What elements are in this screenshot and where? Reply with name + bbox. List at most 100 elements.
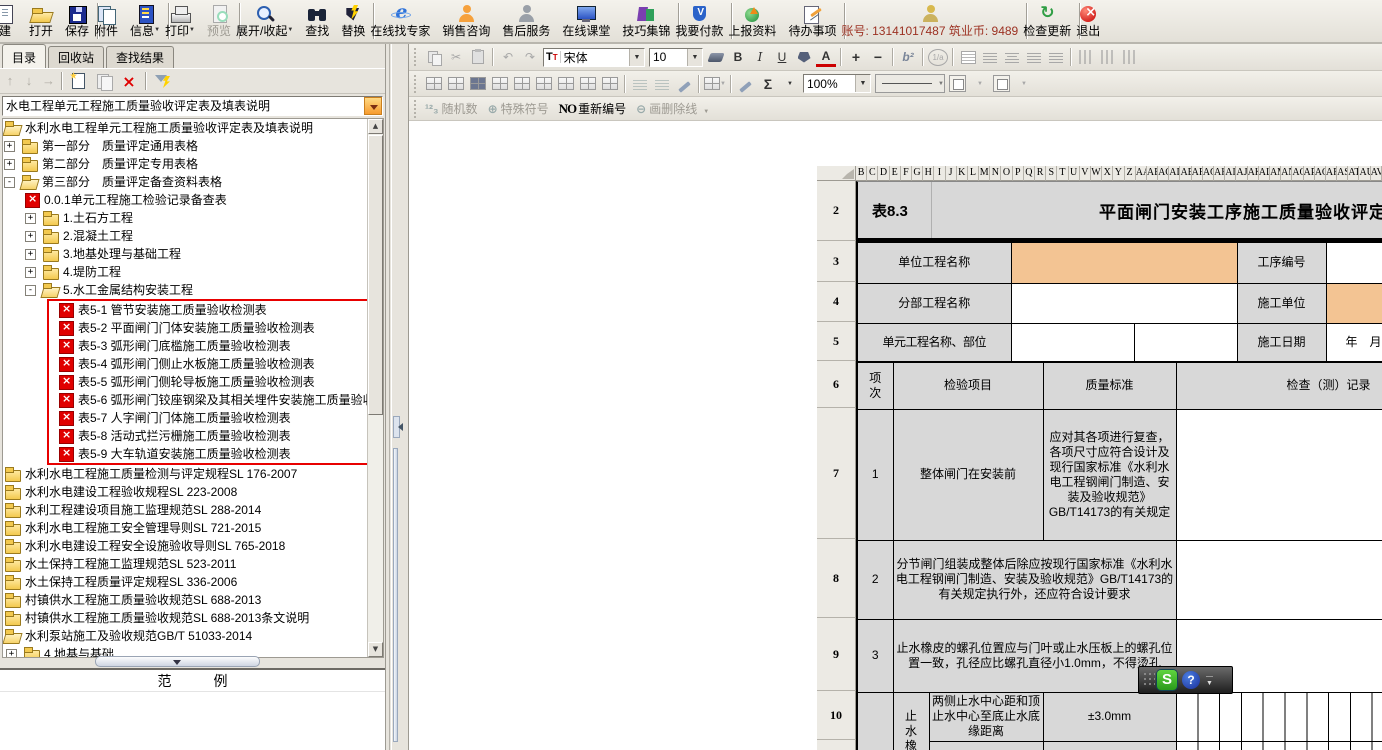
ime-menu-icon[interactable]: ▼ <box>1206 680 1213 687</box>
unit-project-value-cell[interactable] <box>1011 242 1237 283</box>
column-header[interactable]: AC <box>1158 166 1169 181</box>
column-header[interactable]: AG <box>1203 166 1214 181</box>
expand-icon[interactable]: + <box>6 649 17 658</box>
toolbar-grip[interactable] <box>414 100 418 118</box>
merge-cells-icon[interactable] <box>468 74 488 94</box>
expand-icon[interactable]: + <box>4 141 15 152</box>
row-header[interactable]: 4 <box>817 282 856 322</box>
splitter-drag-handle[interactable] <box>393 448 398 742</box>
border-color-swatch[interactable] <box>948 74 968 94</box>
column-header[interactable]: B <box>856 166 867 181</box>
dropdown-arrow-icon[interactable]: ▼ <box>855 75 870 92</box>
row-header[interactable]: 7 <box>817 408 856 539</box>
column-header[interactable]: AJ <box>1236 166 1247 181</box>
toolbar-grip[interactable] <box>414 48 418 66</box>
font-size-select[interactable]: 10 ▼ <box>649 48 703 67</box>
italic-button[interactable]: I <box>750 47 770 67</box>
tree-item[interactable]: 村镇供水工程施工质量验收规范SL 688-2013 <box>3 591 367 609</box>
tree-item[interactable]: 水利工程建设项目施工监理规范SL 288-2014 <box>3 501 367 519</box>
column-header[interactable]: F <box>901 166 912 181</box>
scrollbar-thumb[interactable] <box>368 135 383 415</box>
column-header[interactable]: AS <box>1337 166 1348 181</box>
toolbar-button-attach[interactable]: 附件 <box>88 0 124 42</box>
construction-unit-value-cell[interactable] <box>1326 283 1382 323</box>
column-header[interactable]: E <box>890 166 901 181</box>
column-header[interactable]: AK <box>1248 166 1259 181</box>
column-header[interactable]: AP <box>1304 166 1315 181</box>
tab-inactive[interactable]: 查找结果 <box>106 46 174 68</box>
tree-scrollbar[interactable]: ▲ ▼ <box>367 119 383 657</box>
record-cell[interactable] <box>1176 409 1382 540</box>
tree-item[interactable]: 表5-9 大车轨道安装施工质量验收检测表 <box>49 445 367 463</box>
expand-icon[interactable]: + <box>25 231 36 242</box>
column-header[interactable]: C <box>867 166 878 181</box>
record-cell[interactable] <box>1176 540 1382 619</box>
expand-icon[interactable]: + <box>25 267 36 278</box>
column-header[interactable]: AI <box>1225 166 1236 181</box>
column-header[interactable]: J <box>946 166 957 181</box>
column-header[interactable]: AL <box>1259 166 1270 181</box>
scroll-down-button[interactable]: ▼ <box>368 642 383 657</box>
column-header[interactable]: AU <box>1359 166 1370 181</box>
toolbar-button-update[interactable]: 检查更新 <box>1017 0 1077 42</box>
toolbar-button-classroom[interactable]: 在线课堂 <box>556 0 616 42</box>
increase-button[interactable]: + <box>846 47 866 67</box>
new-node-icon[interactable] <box>70 72 88 90</box>
dropdown-arrow-icon[interactable]: ▼ <box>687 49 702 66</box>
column-header[interactable]: AO <box>1292 166 1303 181</box>
row-header[interactable]: 9 <box>817 618 856 691</box>
expand-icon[interactable]: + <box>25 213 36 224</box>
tab-inactive[interactable]: 回收站 <box>48 46 104 68</box>
font-color-button[interactable]: A <box>816 47 836 67</box>
column-header[interactable]: N <box>990 166 1001 181</box>
toolbar-button-printer[interactable]: 打印▼ <box>159 0 201 42</box>
tree-item[interactable]: 表5-5 弧形闸门侧轮导板施工质量验收检测表 <box>49 373 367 391</box>
toolbar-button-upload[interactable]: 上报资料 <box>722 0 782 42</box>
column-header[interactable]: AF <box>1192 166 1203 181</box>
row-header[interactable]: 2 <box>817 181 856 241</box>
tree-item[interactable]: -第三部分 质量评定备查资料表格 <box>3 173 367 191</box>
tree-item[interactable]: -5.水工金属结构安装工程 <box>3 281 367 299</box>
line-style-select[interactable]: ▼ <box>875 74 945 93</box>
tree-item[interactable]: +2.混凝土工程 <box>3 227 367 245</box>
filter-icon[interactable] <box>154 72 172 90</box>
column-header[interactable]: AB <box>1147 166 1158 181</box>
division-project-value-cell[interactable] <box>1011 283 1237 323</box>
tree-item[interactable]: +第二部分 质量评定专用表格 <box>3 155 367 173</box>
sogou-logo-icon[interactable]: S <box>1157 670 1177 690</box>
column-header[interactable]: M <box>979 166 990 181</box>
column-header[interactable]: L <box>968 166 979 181</box>
tree-item[interactable]: 0.0.1单元工程施工检验记录备查表 <box>3 191 367 209</box>
collapse-icon[interactable]: - <box>4 177 15 188</box>
account-info[interactable]: 账号: 13141017487 筑业币: 9489 <box>835 0 1024 42</box>
tree-item[interactable]: 水利水电工程施工安全管理导则SL 721-2015 <box>3 519 367 537</box>
unit-part-value-cell[interactable] <box>1011 323 1134 362</box>
tree-item[interactable]: 表5-7 人字闸门门体施工质量验收检测表 <box>49 409 367 427</box>
column-header[interactable]: AD <box>1169 166 1180 181</box>
column-header[interactable]: V <box>1080 166 1091 181</box>
row-header[interactable]: 3 <box>817 241 856 282</box>
tree-item[interactable]: 水利水电建设工程安全设施验收导则SL 765-2018 <box>3 537 367 555</box>
expand-icon[interactable]: + <box>4 159 15 170</box>
tree-item[interactable]: +1.土石方工程 <box>3 209 367 227</box>
row-header[interactable]: 5 <box>817 322 856 361</box>
dropdown-arrow-icon[interactable]: ▼ <box>629 49 644 66</box>
column-header[interactable]: AQ <box>1315 166 1326 181</box>
ime-minimize-icon[interactable]: — <box>1206 673 1213 680</box>
unit-part-value-cell2[interactable] <box>1134 323 1237 362</box>
toolbar-button-todo[interactable]: 待办事项 <box>782 0 842 42</box>
decrease-button[interactable]: − <box>868 47 888 67</box>
fill-color-icon[interactable] <box>794 47 814 67</box>
column-header[interactable]: AN <box>1281 166 1292 181</box>
toolbar-button-person-orange[interactable]: 销售咨询 <box>436 0 496 42</box>
zoom-select[interactable]: 100% ▼ <box>803 74 871 93</box>
eraser-icon[interactable] <box>706 47 726 67</box>
column-header[interactable]: X <box>1102 166 1113 181</box>
column-header[interactable]: Y <box>1113 166 1124 181</box>
dropdown-arrow-icon[interactable]: ▼ <box>189 27 195 33</box>
row-header[interactable]: 11 <box>817 740 856 750</box>
column-header[interactable]: AH <box>1214 166 1225 181</box>
toolbar-button-person-gray[interactable]: 售后服务 <box>496 0 556 42</box>
tree-item[interactable]: 表5-2 平面闸门门体安装施工质量验收检测表 <box>49 319 367 337</box>
row-header[interactable]: 8 <box>817 539 856 618</box>
